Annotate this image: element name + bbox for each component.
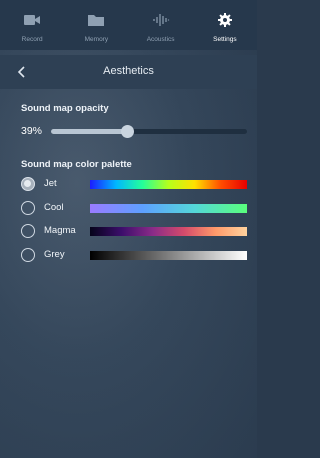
palette-option-magma[interactable]: Magma [21, 224, 247, 242]
waveform-icon [153, 14, 169, 26]
palette-option-label: Jet [44, 178, 57, 189]
jet-gradient-bar [90, 180, 247, 189]
magma-gradient-bar [90, 227, 247, 236]
opacity-slider-thumb[interactable] [121, 125, 135, 138]
palette-option-label: Grey [44, 249, 65, 260]
folder-icon [88, 15, 105, 26]
page-title: Aesthetics [103, 65, 154, 77]
radio-magma[interactable] [21, 224, 35, 238]
tab-acoustics-label: Acoustics [146, 36, 175, 43]
tab-acoustics[interactable]: Acoustics [130, 12, 192, 43]
palette-option-jet[interactable]: Jet [21, 177, 247, 195]
palette-option-grey[interactable]: Grey [21, 248, 247, 266]
radio-jet[interactable] [21, 177, 35, 191]
tab-settings[interactable]: Settings [194, 12, 256, 43]
tab-memory-label: Memory [84, 36, 109, 43]
grey-gradient-bar [90, 251, 247, 260]
tab-settings-label: Settings [213, 36, 237, 43]
opacity-value: 39% [21, 125, 43, 137]
palette-option-cool[interactable]: Cool [21, 201, 247, 219]
opacity-slider[interactable] [51, 125, 247, 138]
aesthetics-screen: Record Memory Acoustics Settings Aesthet… [0, 0, 257, 458]
tab-record[interactable]: Record [1, 12, 63, 43]
palette-section-title: Sound map color palette [21, 159, 132, 170]
top-tab-bar: Record Memory Acoustics Settings [0, 0, 257, 50]
radio-grey[interactable] [21, 248, 35, 262]
radio-cool[interactable] [21, 201, 35, 215]
palette-option-label: Cool [44, 202, 64, 213]
tab-memory[interactable]: Memory [65, 12, 127, 43]
gear-icon [217, 13, 232, 27]
opacity-section-title: Sound map opacity [21, 103, 109, 114]
tab-record-label: Record [21, 36, 43, 43]
palette-option-label: Magma [44, 225, 76, 236]
subheader-bar: Aesthetics [0, 55, 257, 89]
video-camera-icon [24, 15, 41, 25]
cool-gradient-bar [90, 204, 247, 213]
opacity-slider-fill [51, 129, 128, 134]
